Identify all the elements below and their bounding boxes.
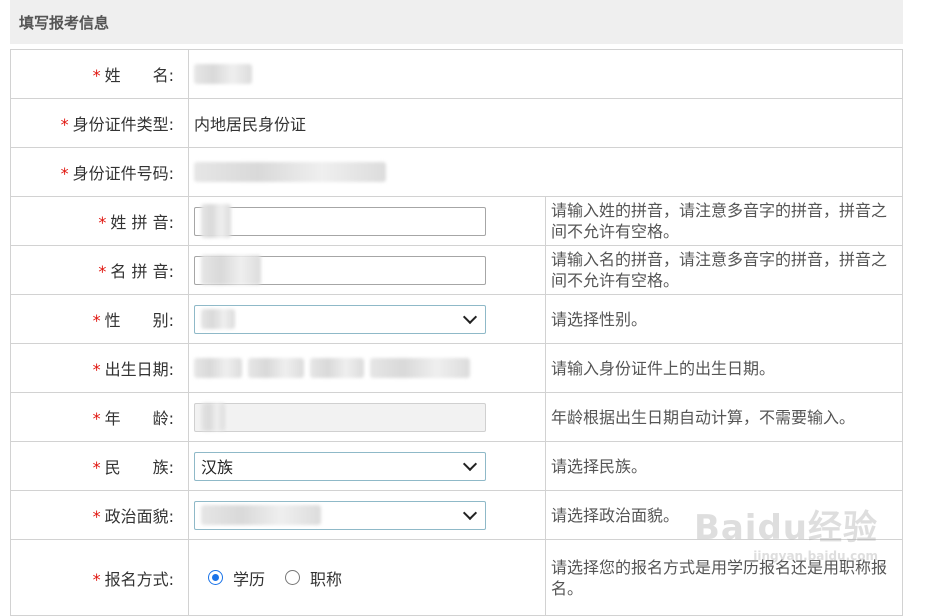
radio-title[interactable] — [285, 570, 301, 585]
field-age — [188, 392, 546, 442]
chevron-down-icon — [462, 456, 478, 471]
value-id-type: 内地居民身份证 — [188, 98, 903, 148]
required-mark: * — [60, 115, 69, 134]
label-name: * 姓 名: — [10, 49, 189, 99]
required-mark: * — [92, 360, 101, 379]
required-mark: * — [92, 458, 101, 477]
field-ethnicity: 汉族 — [188, 441, 546, 491]
hint-ethnicity: 请选择民族。 — [545, 441, 903, 491]
watermark-sub: jingyan.baidu.com — [753, 549, 878, 563]
row-ethnicity: * 民 族: 汉族 请选择民族。 — [10, 441, 903, 491]
age-input — [194, 402, 486, 432]
ethnicity-selected-value: 汉族 — [201, 458, 234, 477]
required-mark: * — [92, 507, 101, 526]
hint-gender: 请选择性别。 — [545, 294, 903, 344]
section-header: 填写报考信息 — [10, 0, 903, 44]
value-id-number — [188, 147, 903, 197]
gender-select[interactable] — [194, 304, 486, 334]
field-gender — [188, 294, 546, 344]
hint-birth-date: 请输入身份证件上的出生日期。 — [545, 343, 903, 393]
redacted-gender — [201, 309, 235, 329]
redacted-id-number — [194, 162, 386, 183]
redacted-name — [194, 64, 252, 85]
hint-surname-pinyin: 请输入姓的拼音，请注意多音字的拼音，拼音之间不允许有空格。 — [545, 196, 903, 246]
hint-age: 年龄根据出生日期自动计算，不需要输入。 — [545, 392, 903, 442]
field-surname-pinyin — [188, 196, 546, 246]
field-birth-date — [188, 343, 546, 393]
political-status-select[interactable] — [194, 500, 486, 530]
row-surname-pinyin: * 姓 拼 音: 请输入姓的拼音，请注意多音字的拼音，拼音之间不允许有空格。 — [10, 196, 903, 246]
label-surname-pinyin: * 姓 拼 音: — [10, 196, 189, 246]
row-id-type: * 身份证件类型: 内地居民身份证 — [10, 98, 903, 148]
field-registration-method: 学历 职称 — [188, 539, 546, 616]
redacted-birth-year — [194, 358, 242, 378]
baidu-watermark: Baidu经验 jingyan.baidu.com — [694, 500, 878, 563]
required-mark: * — [60, 164, 69, 183]
required-mark: * — [92, 311, 101, 330]
row-given-pinyin: * 名 拼 音: 请输入名的拼音，请注意多音字的拼音，拼音之间不允许有空格。 — [10, 245, 903, 295]
label-given-pinyin: * 名 拼 音: — [10, 245, 189, 295]
required-mark: * — [92, 569, 101, 589]
label-registration-method: * 报名方式: — [10, 539, 189, 616]
label-political-status: * 政治面貌: — [10, 490, 189, 540]
label-id-type: * 身份证件类型: — [10, 98, 189, 148]
label-age: * 年 龄: — [10, 392, 189, 442]
required-mark: * — [92, 409, 101, 428]
redacted-given-pinyin — [201, 255, 261, 285]
label-birth-date: * 出生日期: — [10, 343, 189, 393]
row-id-number: * 身份证件号码: — [10, 147, 903, 197]
birth-date-input[interactable] — [194, 358, 545, 378]
label-id-number: * 身份证件号码: — [10, 147, 189, 197]
redacted-birth-extra — [370, 358, 470, 378]
given-pinyin-input[interactable] — [194, 255, 486, 285]
radio-education[interactable] — [208, 570, 223, 585]
chevron-down-icon — [462, 505, 478, 520]
row-gender: * 性 别: 请选择性别。 — [10, 294, 903, 344]
redacted-age — [201, 403, 225, 431]
redacted-surname-pinyin — [201, 204, 231, 238]
required-mark: * — [92, 66, 101, 85]
row-age: * 年 龄: 年龄根据出生日期自动计算，不需要输入。 — [10, 392, 903, 442]
section-title: 填写报考信息 — [19, 13, 110, 32]
watermark-text: Baidu经验 — [693, 508, 878, 548]
redacted-political-status — [201, 505, 321, 525]
required-mark: * — [98, 213, 107, 232]
required-mark: * — [98, 262, 107, 281]
row-name: * 姓 名: — [10, 49, 903, 99]
redacted-birth-day — [310, 358, 364, 378]
label-ethnicity: * 民 族: — [10, 441, 189, 491]
registration-method-radio-group: 学历 职称 — [194, 566, 545, 590]
row-birth-date: * 出生日期: 请输入身份证件上的出生日期。 — [10, 343, 903, 393]
field-given-pinyin — [188, 245, 546, 295]
label-gender: * 性 别: — [10, 294, 189, 344]
redacted-birth-month — [248, 358, 304, 378]
value-name — [188, 49, 903, 99]
ethnicity-select[interactable]: 汉族 — [194, 451, 486, 481]
surname-pinyin-input[interactable] — [194, 204, 486, 238]
radio-education-label[interactable]: 学历 — [233, 566, 265, 590]
radio-title-label[interactable]: 职称 — [310, 566, 342, 590]
field-political-status — [188, 490, 546, 540]
chevron-down-icon — [462, 309, 478, 324]
hint-given-pinyin: 请输入名的拼音，请注意多音字的拼音，拼音之间不允许有空格。 — [545, 245, 903, 295]
